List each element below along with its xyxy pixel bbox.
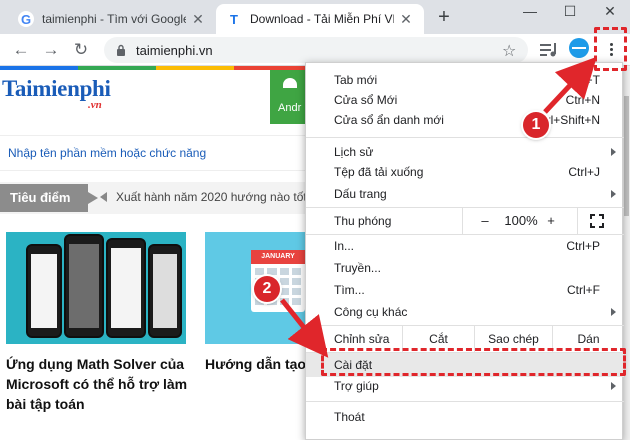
menu-item-help[interactable]: Trợ giúp <box>306 375 624 397</box>
menu-item-downloads[interactable]: Tệp đã tải xuống Ctrl+J <box>306 161 624 183</box>
forward-button[interactable]: → <box>38 37 64 63</box>
address-bar[interactable]: taimienphi.vn <box>104 37 528 63</box>
profile-avatar[interactable] <box>569 38 589 58</box>
menu-shortcut: Ctrl+F <box>567 283 600 297</box>
menu-row-zoom: Thu phóng – 100% + <box>306 208 624 234</box>
scrollbar-thumb[interactable] <box>624 96 629 216</box>
phone-image <box>106 238 146 338</box>
menu-item-find[interactable]: Tìm... Ctrl+F <box>306 279 624 301</box>
article-thumbnail-math-solver[interactable] <box>6 232 186 344</box>
menu-label: Truyền... <box>334 261 381 275</box>
site-search-placeholder: Nhập tên phần mềm hoặc chức năng <box>8 146 207 160</box>
menu-label: Trợ giúp <box>334 379 379 393</box>
menu-item-more-tools[interactable]: Công cụ khác <box>306 301 624 323</box>
menu-label: Tab mới <box>334 73 378 87</box>
tab-taimienphi[interactable]: T Download - Tải Miễn Phí VN - ✕ <box>216 4 424 34</box>
submenu-arrow-icon <box>611 190 616 198</box>
url-text: taimienphi.vn <box>136 42 213 58</box>
menu-shortcut: Ctrl+T <box>567 73 600 87</box>
menu-label: Tìm... <box>334 283 365 297</box>
menu-item-exit[interactable]: Thoát <box>306 406 624 428</box>
chrome-main-menu: Tab mới Ctrl+T Cửa sổ Mới Ctrl+N Cửa sổ … <box>305 62 624 440</box>
submenu-arrow-icon <box>611 308 616 316</box>
menu-item-incognito[interactable]: Cửa sổ ẩn danh mới Ctrl+Shift+N <box>306 109 624 131</box>
menu-shortcut: Ctrl+P <box>566 239 600 253</box>
submenu-arrow-icon <box>611 148 616 156</box>
calendar-month: JANUARY <box>251 250 305 264</box>
fullscreen-icon[interactable] <box>590 214 604 228</box>
tab-google[interactable]: G taimienphi - Tìm với Google ✕ <box>8 4 216 34</box>
menu-label: Dấu trang <box>334 187 387 201</box>
menu-label: Công cụ khác <box>334 305 408 319</box>
tab-title: taimienphi - Tìm với Google <box>42 12 186 26</box>
phone-image <box>148 244 182 338</box>
reload-button[interactable]: ↻ <box>68 37 94 63</box>
menu-item-cast[interactable]: Truyền... <box>306 257 624 279</box>
menu-item-new-tab[interactable]: Tab mới Ctrl+T <box>306 69 624 91</box>
site-logo-suffix: .vn <box>88 99 102 111</box>
close-tab-icon[interactable]: ✕ <box>190 11 206 28</box>
zoom-in-button[interactable]: + <box>541 208 561 234</box>
article-title[interactable]: Hướng dẫn tạo lịch năm mới 2020 từ hình … <box>205 354 305 374</box>
menu-shortcut: Ctrl+J <box>568 165 600 179</box>
android-label: Andr <box>278 102 302 114</box>
menu-separator <box>306 401 624 402</box>
menu-label: Cửa sổ ẩn danh mới <box>334 113 444 127</box>
phone-image <box>64 234 104 338</box>
color-bar-green <box>78 66 156 70</box>
menu-label: Tệp đã tải xuống <box>334 165 424 179</box>
close-window-button[interactable]: ✕ <box>590 0 630 24</box>
focus-prev-icon[interactable] <box>100 192 107 202</box>
bookmark-star-icon[interactable]: ☆ <box>502 41 516 61</box>
focus-label: Tiêu điểm <box>0 184 98 212</box>
menu-label: Thoát <box>334 410 365 424</box>
phone-image <box>26 244 62 338</box>
android-icon <box>283 78 297 88</box>
menu-shortcut: Ctrl+N <box>565 93 600 107</box>
menu-item-print[interactable]: In... Ctrl+P <box>306 235 624 257</box>
menu-item-history[interactable]: Lịch sử <box>306 141 624 163</box>
taimienphi-icon: T <box>230 11 238 27</box>
focus-headline[interactable]: Xuất hành năm 2020 hướng nào tốt <box>116 190 306 204</box>
google-icon: G <box>18 11 34 27</box>
menu-separator <box>306 137 624 138</box>
color-bar-yellow <box>156 66 234 70</box>
lock-icon <box>114 43 128 57</box>
color-bar-blue <box>0 66 78 70</box>
menu-label: In... <box>334 239 355 253</box>
maximize-button[interactable]: ☐ <box>550 0 590 24</box>
back-button[interactable]: ← <box>8 37 34 63</box>
menu-label: Thu phóng <box>334 214 392 228</box>
close-tab-icon[interactable]: ✕ <box>398 11 414 28</box>
new-tab-button[interactable]: + <box>432 6 456 30</box>
zoom-out-button[interactable]: – <box>475 208 495 234</box>
highlight-settings <box>321 348 626 376</box>
menu-item-bookmarks[interactable]: Dấu trang <box>306 183 624 205</box>
step-badge-1: 1 <box>523 112 549 138</box>
submenu-arrow-icon <box>611 382 616 390</box>
menu-label: Lịch sử <box>334 145 374 159</box>
menu-item-new-window[interactable]: Cửa sổ Mới Ctrl+N <box>306 89 624 111</box>
tab-strip: G taimienphi - Tìm với Google ✕ T Downlo… <box>0 0 630 34</box>
article-title[interactable]: Ứng dụng Math Solver của Microsoft có th… <box>6 354 196 414</box>
step-badge-2: 2 <box>254 276 280 302</box>
media-control-icon[interactable] <box>540 42 558 58</box>
zoom-controls: – 100% + <box>462 208 578 234</box>
menu-label: Cửa sổ Mới <box>334 93 398 107</box>
tab-title: Download - Tải Miễn Phí VN - <box>250 12 394 26</box>
zoom-level: 100% <box>504 213 538 228</box>
minimize-button[interactable]: — <box>510 0 550 24</box>
highlight-menu-button <box>594 27 627 71</box>
